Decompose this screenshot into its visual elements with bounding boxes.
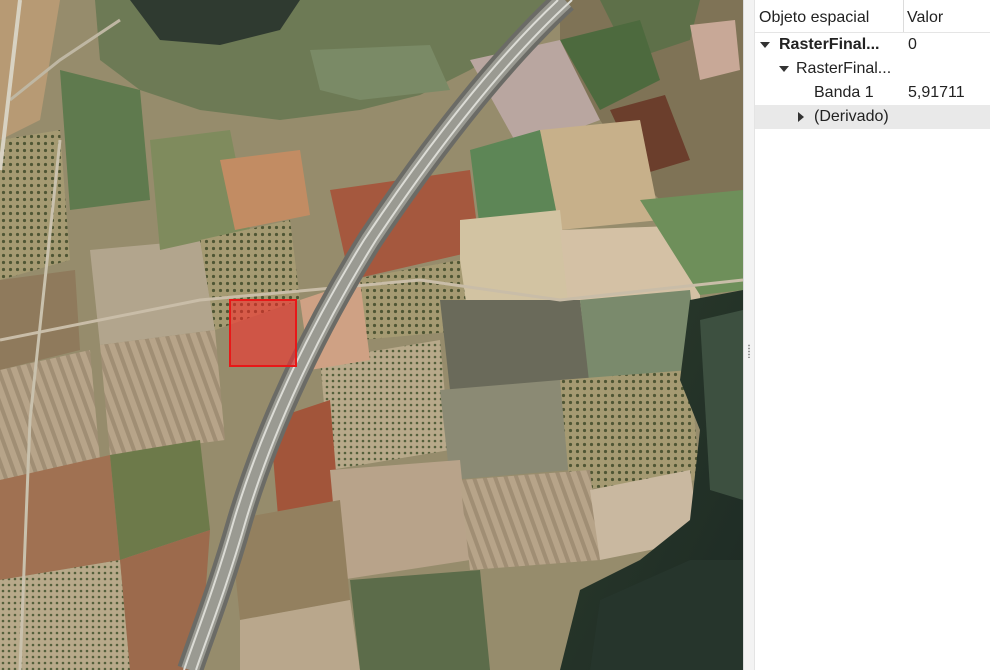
band-value: 5,91711 (908, 84, 965, 101)
tree-row-band[interactable]: Banda 1 5,91711 (755, 81, 990, 105)
band-name: Banda 1 (814, 84, 874, 101)
results-header: Objeto espacial Valor (755, 0, 990, 33)
splitter-grip (748, 344, 750, 358)
column-header-feature[interactable]: Objeto espacial (755, 0, 904, 32)
map-canvas[interactable] (0, 0, 743, 670)
column-header-value[interactable]: Valor (904, 0, 990, 32)
expand-toggle[interactable] (796, 105, 806, 129)
selected-cell-highlight (229, 299, 297, 367)
chevron-right-icon (798, 112, 804, 122)
chevron-down-icon (779, 66, 789, 72)
expand-toggle[interactable] (779, 57, 789, 81)
identify-results-panel: Objeto espacial Valor RasterFinal... 0 R… (755, 0, 990, 670)
tree-row-derived[interactable]: (Derivado) (755, 105, 990, 129)
derived-label: (Derivado) (814, 108, 889, 125)
expand-toggle[interactable] (760, 33, 770, 57)
aerial-imagery (0, 0, 743, 670)
feature-name: RasterFinal... (796, 60, 892, 77)
tree-row-layer[interactable]: RasterFinal... 0 (755, 33, 990, 57)
chevron-down-icon (760, 42, 770, 48)
layer-value: 0 (908, 36, 917, 53)
layer-name: RasterFinal... (779, 36, 880, 53)
panel-splitter[interactable] (743, 0, 755, 670)
tree-row-feature[interactable]: RasterFinal... (755, 57, 990, 81)
